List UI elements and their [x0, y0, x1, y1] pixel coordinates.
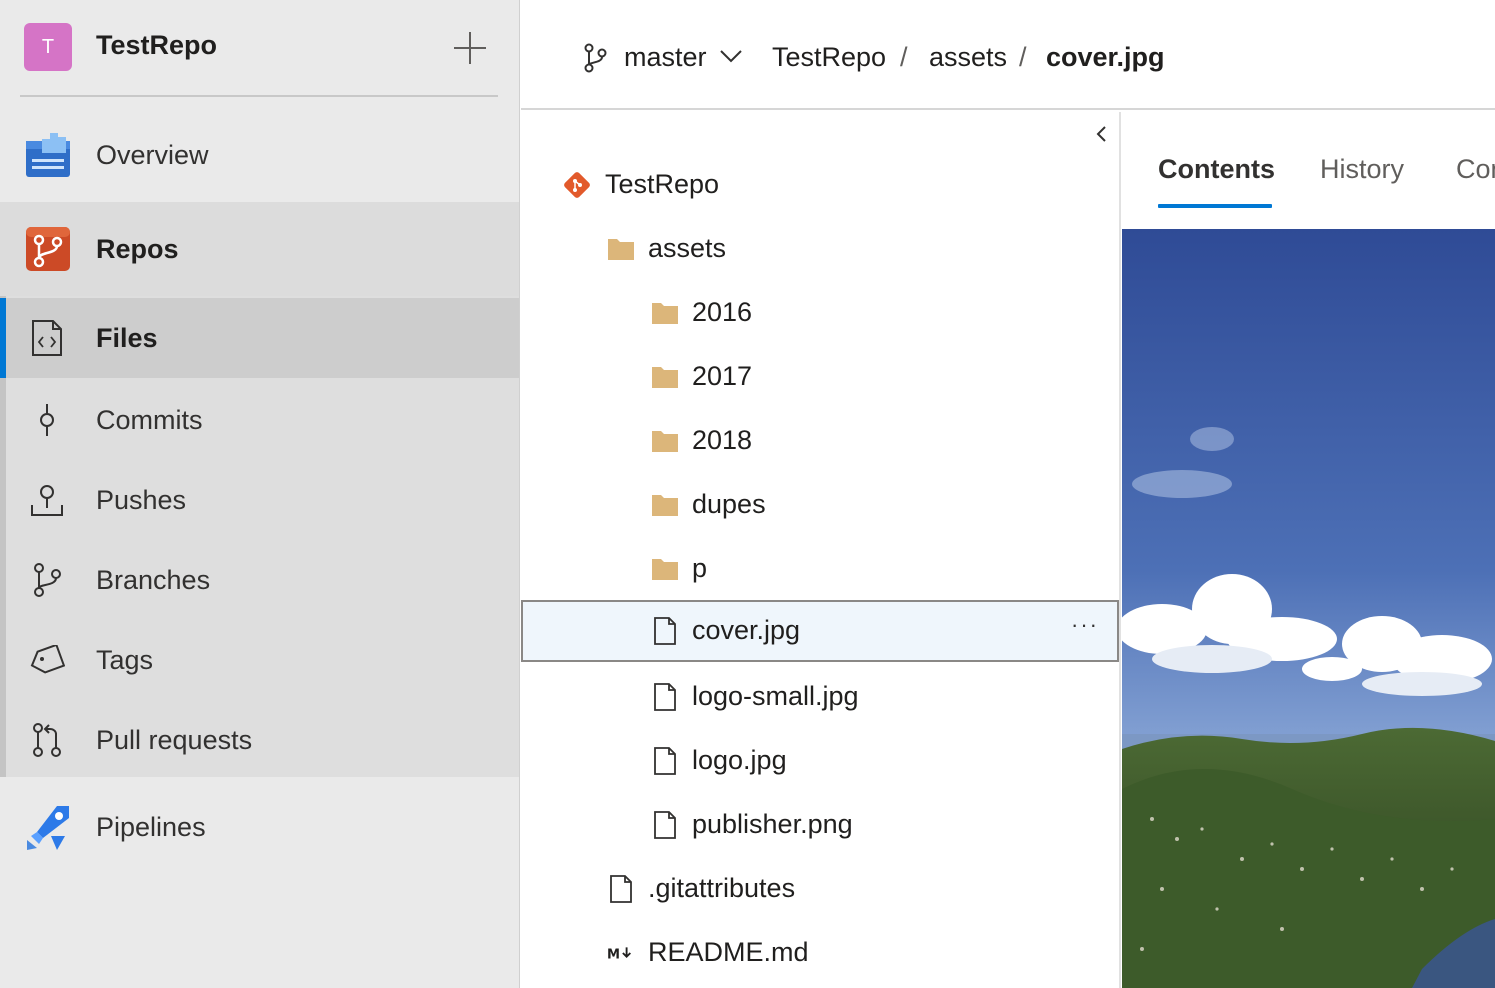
- tree-item-file[interactable]: publisher.png: [521, 794, 1119, 856]
- tree-item-file[interactable]: logo-small.jpg: [521, 666, 1119, 728]
- nav-pushes-label: Pushes: [96, 484, 187, 515]
- more-actions-button[interactable]: ···: [1071, 612, 1099, 638]
- folder-icon: [651, 299, 679, 327]
- repos-icon: [22, 223, 74, 275]
- image-preview: [1122, 229, 1495, 988]
- plus-icon: [454, 32, 486, 64]
- tree-item-file[interactable]: .gitattributes: [521, 858, 1119, 920]
- folder-icon: [607, 235, 635, 263]
- add-button[interactable]: [448, 26, 492, 70]
- breadcrumb-separator: /: [900, 42, 908, 72]
- active-tab-indicator: [1158, 204, 1272, 208]
- nav-tags[interactable]: Tags: [0, 620, 519, 700]
- nav-pipelines[interactable]: Pipelines: [0, 782, 519, 872]
- nav-branches[interactable]: Branches: [0, 540, 519, 620]
- file-content-pane: Contents History Compare: [1122, 112, 1495, 988]
- selected-indicator: [0, 298, 6, 378]
- tree-item-folder[interactable]: 2017: [521, 346, 1119, 408]
- tab-history[interactable]: History: [1320, 154, 1404, 185]
- nav-overview[interactable]: Overview: [0, 110, 519, 200]
- file-icon: [607, 875, 635, 903]
- tree-item-label: dupes: [692, 489, 766, 519]
- tree-item-file-selected[interactable]: cover.jpg ···: [521, 600, 1119, 662]
- tree-item-folder[interactable]: 2016: [521, 282, 1119, 344]
- tree-item-label: cover.jpg: [692, 615, 801, 645]
- breadcrumb-folder[interactable]: assets: [929, 42, 1007, 73]
- pull-request-icon: [22, 715, 72, 765]
- tab-contents[interactable]: Contents: [1158, 154, 1275, 185]
- file-icon: [651, 747, 679, 775]
- pipelines-icon: [22, 801, 74, 853]
- folder-icon: [651, 555, 679, 583]
- chevron-down-icon[interactable]: [719, 48, 743, 69]
- overview-icon: [22, 129, 74, 181]
- collapse-tree-button[interactable]: [1089, 122, 1113, 146]
- tree-item-label: p: [692, 553, 708, 583]
- file-icon: [651, 683, 679, 711]
- branch-icon: [583, 43, 607, 78]
- breadcrumb-separator: /: [1019, 42, 1027, 72]
- tree-item-label: README.md: [648, 937, 809, 967]
- nav-repos[interactable]: Repos: [0, 202, 519, 296]
- project-divider: [20, 95, 498, 97]
- tree-item-file[interactable]: logo.jpg: [521, 730, 1119, 792]
- sidebar: T TestRepo Overview Repos Files Commits …: [0, 0, 520, 988]
- tree-item-label: .gitattributes: [648, 873, 796, 903]
- tree-item-label: TestRepo: [605, 169, 720, 199]
- git-icon: [563, 171, 591, 199]
- project-avatar[interactable]: T: [24, 23, 72, 71]
- tag-icon: [22, 635, 72, 685]
- nav-repos-label: Repos: [96, 233, 179, 264]
- tree-item-label: logo.jpg: [692, 745, 787, 775]
- tree-item-repo-root[interactable]: TestRepo: [521, 154, 1119, 216]
- breadcrumb-file: cover.jpg: [1046, 42, 1165, 72]
- breadcrumb-repo[interactable]: TestRepo: [772, 42, 886, 73]
- tab-compare[interactable]: Compare: [1456, 154, 1495, 185]
- tree-item-folder[interactable]: p: [521, 538, 1119, 600]
- file-code-icon: [22, 313, 72, 363]
- nav-pull-requests[interactable]: Pull requests: [0, 700, 519, 780]
- tree-item-label: 2018: [692, 425, 753, 455]
- tree-item-folder[interactable]: 2018: [521, 410, 1119, 472]
- tree-item-label: 2017: [692, 361, 753, 391]
- branch-selector[interactable]: master: [624, 42, 707, 73]
- branch-icon: [22, 555, 72, 605]
- tree-item-label: publisher.png: [692, 809, 853, 839]
- svg-text:M: M: [607, 948, 620, 963]
- push-icon: [22, 475, 72, 525]
- file-tree: TestRepo assets 2016 2017 2018 dupes p c…: [521, 112, 1121, 988]
- folder-icon: [651, 363, 679, 391]
- header-bar: master TestRepo / assets / cover.jpg: [521, 0, 1495, 110]
- project-name[interactable]: TestRepo: [96, 30, 217, 61]
- file-icon: [651, 617, 679, 645]
- tree-item-label: logo-small.jpg: [692, 681, 859, 711]
- folder-icon: [651, 491, 679, 519]
- nav-branches-label: Branches: [96, 564, 211, 595]
- nav-pipelines-label: Pipelines: [96, 811, 206, 842]
- tree-item-label: assets: [648, 233, 727, 263]
- nav-commits[interactable]: Commits: [0, 380, 519, 460]
- nav-pull-requests-label: Pull requests: [96, 724, 253, 755]
- file-icon: [651, 811, 679, 839]
- project-header: T TestRepo: [0, 0, 519, 96]
- tree-item-label: 2016: [692, 297, 753, 327]
- tree-item-folder[interactable]: dupes: [521, 474, 1119, 536]
- nav-files[interactable]: Files: [0, 298, 519, 378]
- commit-icon: [22, 395, 72, 445]
- nav-commits-label: Commits: [96, 404, 203, 435]
- chevron-left-icon: [1096, 126, 1106, 142]
- tree-item-folder-assets[interactable]: assets: [521, 218, 1119, 280]
- nav-pushes[interactable]: Pushes: [0, 460, 519, 540]
- folder-icon: [651, 427, 679, 455]
- nav-files-label: Files: [96, 322, 158, 353]
- nav-tags-label: Tags: [96, 644, 154, 675]
- nav-overview-label: Overview: [96, 139, 209, 170]
- markdown-icon: M: [607, 939, 635, 967]
- tree-item-file[interactable]: M README.md: [521, 922, 1119, 984]
